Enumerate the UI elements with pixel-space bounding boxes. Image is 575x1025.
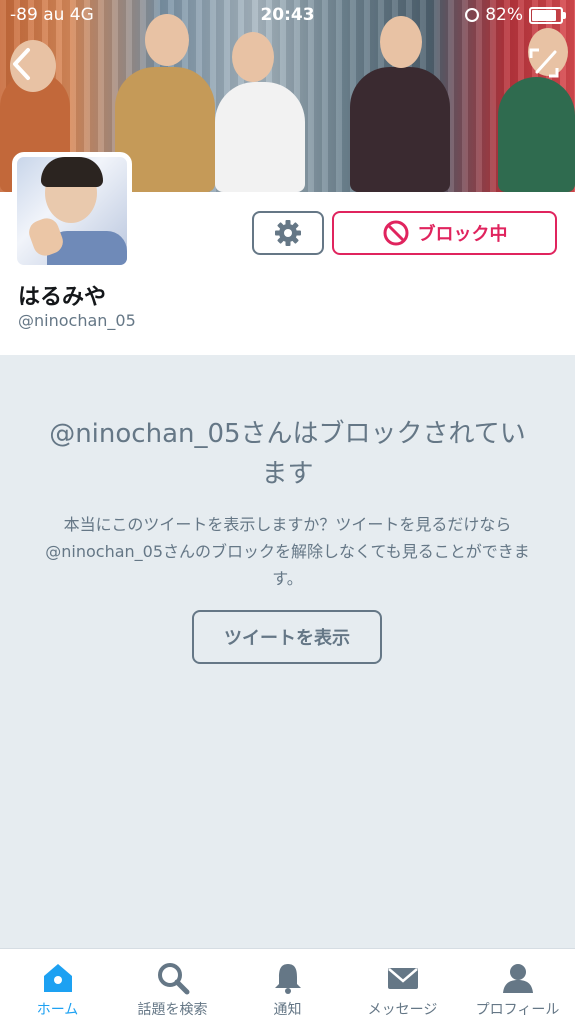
chevron-left-icon [13, 48, 30, 80]
home-icon [43, 964, 72, 992]
person-icon [502, 964, 533, 993]
tab-label: 話題を検索 [137, 1002, 208, 1018]
tab-home[interactable]: ホーム [0, 949, 115, 1025]
show-tweets-button[interactable]: ツイートを表示 [192, 610, 382, 664]
user-handle: @ninochan_05 [18, 311, 136, 330]
blocked-button-label: ブロック中 [417, 224, 508, 245]
tab-messages[interactable]: メッセージ [345, 949, 460, 1025]
status-bar: -89 au 4G 20:43 82% [0, 0, 575, 32]
rotation-lock-icon [465, 8, 480, 22]
show-tweets-label: ツイートを表示 [224, 628, 350, 649]
tab-label: プロフィール [475, 1002, 560, 1018]
tab-search[interactable]: 話題を検索 [115, 949, 230, 1025]
bell-icon [274, 964, 301, 994]
display-name: はるみや [18, 285, 107, 310]
tab-profile[interactable]: プロフィール [460, 949, 575, 1025]
tab-notifications[interactable]: 通知 [230, 949, 345, 1025]
blocked-notice-description: 本当にこのツイートを表示しますか？ツイートを見るだけなら@ninochan_05… [45, 515, 530, 588]
expand-banner-button[interactable] [527, 46, 561, 80]
tab-label: ホーム [36, 1002, 79, 1018]
tab-bar: ホーム 話題を検索 通知 メッセージ プロフィール [0, 948, 575, 1025]
expand-icon [529, 48, 559, 78]
blocked-button[interactable]: ブロック中 [332, 211, 557, 255]
tab-label: 通知 [273, 1002, 302, 1018]
search-icon [157, 963, 189, 995]
blocked-notice-title: @ninochan_05さんはブロックされています [49, 419, 526, 489]
block-icon [383, 220, 408, 246]
battery-percent: 82% [485, 5, 523, 25]
envelope-icon [387, 968, 418, 989]
avatar[interactable] [12, 152, 132, 270]
profile-settings-button[interactable] [252, 211, 324, 255]
battery-icon [529, 6, 566, 24]
gear-icon [275, 220, 301, 246]
back-button[interactable] [8, 46, 36, 82]
tab-label: メッセージ [367, 1002, 438, 1018]
